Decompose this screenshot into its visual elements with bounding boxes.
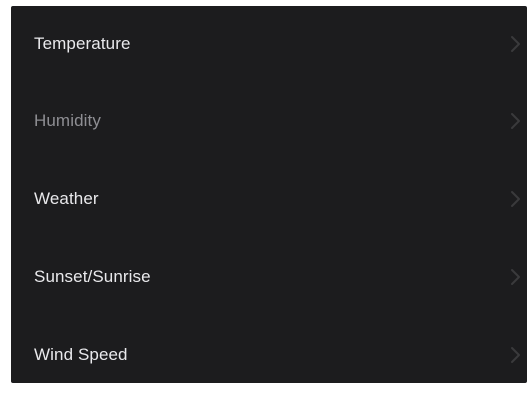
list-item-label: Temperature bbox=[34, 34, 131, 53]
list-item-sunset-sunrise[interactable]: Sunset/Sunrise bbox=[11, 238, 527, 316]
list-item-label: Weather bbox=[34, 189, 99, 208]
list-item-humidity[interactable]: Humidity bbox=[11, 82, 527, 160]
settings-panel: Temperature Humidity Weather Sunset/Sunr… bbox=[11, 6, 527, 383]
chevron-right-icon bbox=[509, 345, 523, 365]
chevron-right-icon bbox=[509, 111, 523, 131]
list-item-label: Humidity bbox=[34, 111, 101, 130]
list-item-label: Wind Speed bbox=[34, 345, 128, 364]
list-item-label: Sunset/Sunrise bbox=[34, 267, 151, 286]
settings-list: Temperature Humidity Weather Sunset/Sunr… bbox=[11, 6, 527, 394]
list-item-temperature[interactable]: Temperature bbox=[11, 6, 527, 82]
list-item-wind-speed[interactable]: Wind Speed bbox=[11, 316, 527, 394]
list-item-weather[interactable]: Weather bbox=[11, 160, 527, 238]
chevron-right-icon bbox=[509, 34, 523, 54]
chevron-right-icon bbox=[509, 267, 523, 287]
chevron-right-icon bbox=[509, 189, 523, 209]
